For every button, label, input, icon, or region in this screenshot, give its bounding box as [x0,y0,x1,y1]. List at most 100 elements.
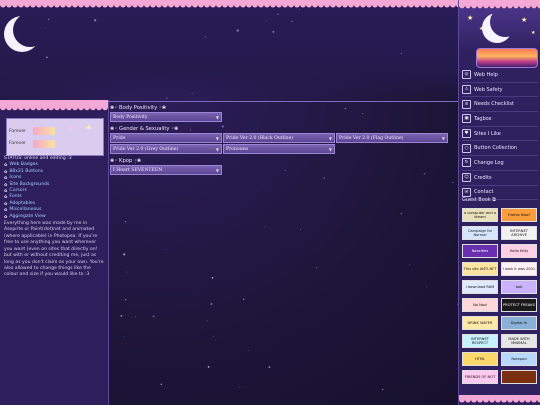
right-nav: ◎ Web Help ⚠ Web Safety ≡ Needs Checklist ▣ Tag… [462,68,538,201]
star-dot [239,386,241,388]
left-link-label: Aggregate View [9,213,46,219]
stamp-badge[interactable]: INTERNET RESPECT [462,334,498,348]
stamp-button-label: Pride Ver 2.0 (Black Outline) [226,135,294,141]
nav-item-label: Change Log [474,159,504,166]
stamp-badge[interactable]: Digital Hi [501,316,537,330]
nav-item[interactable]: ≡ Needs Checklist [462,97,538,113]
star-dot [123,335,125,337]
nav-item[interactable]: ♥ Sites I Like [462,127,538,142]
stamp-badge[interactable]: Hello Kitty [501,244,537,258]
stamp-grid: a computer and a dream Firefox Now! Campai… [462,208,538,384]
stamp-button-label: Pride Ver 2.0 (Grey Outline) [113,146,179,152]
section-title: ❀◦ Kpop ◦❀ [110,158,142,164]
crescent-moon-icon [2,12,46,56]
warning-icon: ⚠ [462,85,471,95]
lace-trim-right [459,0,540,9]
stamp-badge[interactable]: INTERNET ARCHIVE [501,226,537,240]
star-dot [120,314,123,317]
stamp-badge[interactable]: No Nazi [462,298,498,312]
star-dot [400,212,403,215]
star-icon: ★ [67,123,75,132]
nav-item-label: Sites I Like [474,130,501,137]
star-dot [268,366,271,369]
star-dot [291,20,293,23]
star-dot [206,319,208,321]
stamp-badge[interactable]: bob [501,280,537,294]
list-icon: ≡ [462,99,471,109]
right-sidebar: ★ ★ ★ ★ ◎ Web Help ⚠ Web Safety ≡ Needs Check… [458,0,540,405]
stamp-badge[interactable]: I download RAM [462,280,498,294]
star-dot [315,266,318,269]
star-dot [46,56,48,58]
star-dot [264,226,266,228]
collapsible-stamp-button[interactable]: Pride ▼ [110,133,222,143]
stamp-badge[interactable]: DRINK WATER [462,316,498,330]
nav-item[interactable]: ☺ Credits [462,171,538,186]
button-icon: ○ [462,143,471,153]
mini-stamp-1 [33,127,55,135]
stamp-badge[interactable]: Campaign for Normal [462,226,498,240]
star-dot [400,52,402,54]
collapsible-stamp-button[interactable]: Body Positivity ▼ [110,112,222,122]
left-text-block: STATUS: online and editing :3 ✿ Web Badge… [4,156,104,279]
guest-book-link[interactable]: Guest Book ⧉ [462,197,496,203]
left-sidebar: Forever Forever ★ ★ STATUS: online and e… [0,100,109,405]
svg-text:★: ★ [479,26,484,32]
collapsible-stamp-button[interactable]: I Heart SEVENTEEN ▼ [110,165,222,175]
stamp-button-label: I Heart SEVENTEEN [113,167,163,173]
section-title: ❀◦ Body Positivity ◦❀ [110,105,167,111]
stamp-button-label: Pride [113,135,126,141]
nav-item-label: Web Help [474,71,498,78]
star-dot [211,276,214,279]
nav-item[interactable]: ▣ Tagbox [462,112,538,127]
stamp-badge[interactable]: HTML [462,352,498,366]
nav-item-label: Button Collection [474,145,518,152]
section-title: ❀◦ Gender & Sexuality ◦❀ [110,126,179,132]
stamp-button-label: Pride Ver 2.0 (Flag Outline) [339,135,404,141]
left-link[interactable]: ✿ Aggregate View [4,214,104,220]
stamp-badge[interactable]: MADE WITH MINIMAL [501,334,537,348]
star-dot [213,335,214,337]
star-dot [262,185,264,186]
nav-item[interactable]: ⚠ Web Safety [462,83,538,98]
star-dot [152,315,155,318]
forever-label-1: Forever [9,129,26,134]
stamp-badge[interactable]: This site ANTI-NFT [462,262,498,276]
collapsible-stamp-button[interactable]: Pride Ver 2.0 (Flag Outline) ▼ [336,133,448,143]
chevron-down-icon: ▼ [441,135,445,141]
stamp-badge[interactable]: Notepad [501,352,537,366]
star-dot [300,229,301,231]
chevron-down-icon: ▼ [215,114,219,120]
star-dot [272,30,275,33]
stamp-button-label: Pronouns [226,146,249,152]
usage-note: Everything here was made by me in Asepri… [4,221,104,278]
stamp-button-label: Body Positivity [113,114,148,120]
stamp-badge[interactable]: PROTECT FREAKS [501,298,537,312]
star-dot [277,13,279,15]
star-dot [248,350,250,351]
stamp-badge[interactable]: Firefox Now! [501,208,537,222]
refresh-icon: ↻ [462,158,471,168]
nav-item[interactable]: ◎ Web Help [462,68,538,83]
star-dot [381,388,384,391]
nav-item-label: Tagbox [474,115,492,122]
main-divider [108,101,458,102]
svg-text:★: ★ [467,14,473,22]
stamp-badge[interactable]: a computer and a dream [462,208,498,222]
svg-text:★: ★ [531,30,536,36]
collapsible-stamp-button[interactable]: Pronouns ▼ [223,144,335,154]
collapsible-stamp-button[interactable]: Pride Ver 2.0 (Black Outline) ▼ [223,133,335,143]
stamp-badge[interactable]: I wish it was 2001 [501,262,537,276]
mail-icon: ✉ [462,187,471,197]
stamp-badge[interactable]: Neocities [462,244,498,258]
collapsible-stamp-button[interactable]: Pride Ver 2.0 (Grey Outline) ▼ [110,144,222,154]
night-banner: ★ ★ ★ ★ [459,8,540,52]
nav-item[interactable]: ↻ Change Log [462,156,538,171]
star-dot [210,303,213,305]
nav-item[interactable]: ○ Button Collection [462,141,538,157]
star-dot [166,97,168,100]
people-icon: ☺ [462,173,471,183]
stamp-badge[interactable] [501,370,537,384]
stamp-badge[interactable]: FRIENDS OF NOT [462,370,498,384]
lace-trim-left [0,100,108,111]
